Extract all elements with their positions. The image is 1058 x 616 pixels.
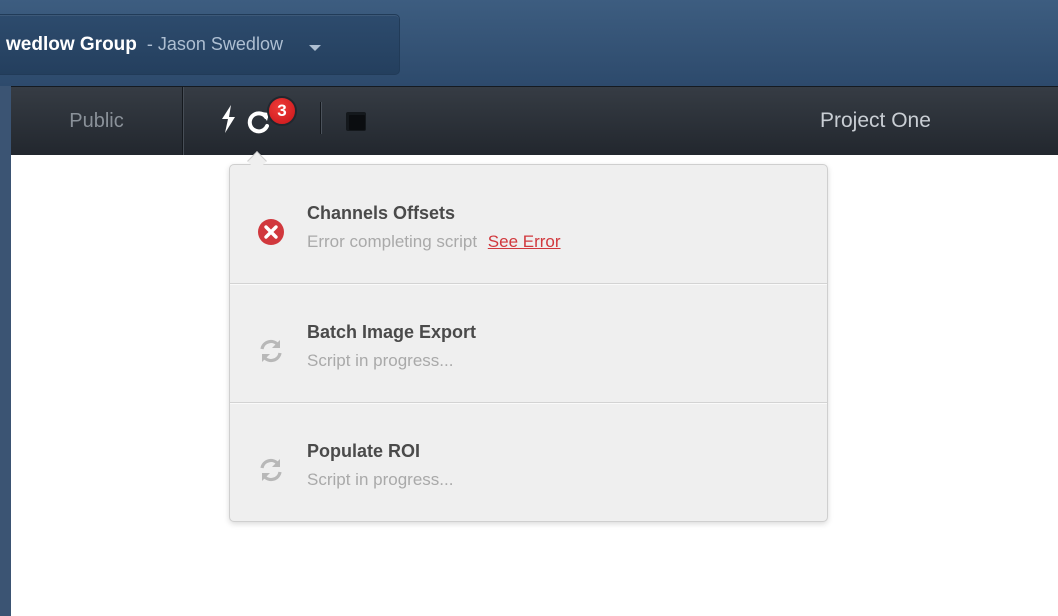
activity-title: Populate ROI: [307, 441, 421, 461]
nav-bar: Public 3 Project One: [11, 86, 1058, 155]
script-icon[interactable]: [218, 104, 238, 134]
activity-title: Batch Image Export: [307, 322, 477, 342]
activities-popover: Channels Offsets Error completing script…: [229, 164, 828, 522]
user-name: - Jason Swedlow: [146, 34, 283, 54]
top-bar: wedlow Group - Jason Swedlow: [0, 0, 1058, 86]
sync-icon: [260, 458, 282, 482]
activity-item[interactable]: Populate ROI Script in progress...: [230, 403, 827, 521]
activity-status: Script in progress...: [307, 470, 454, 489]
chevron-down-icon: [308, 45, 321, 51]
group-name: wedlow Group: [6, 33, 137, 55]
folder-icon[interactable]: [344, 109, 368, 133]
activity-count-badge: 3: [267, 96, 297, 126]
tab-public[interactable]: Public: [11, 87, 183, 155]
activity-item[interactable]: Channels Offsets Error completing script…: [230, 165, 827, 284]
group-selector[interactable]: wedlow Group - Jason Swedlow: [0, 14, 400, 75]
error-icon: [258, 219, 284, 245]
activity-title: Channels Offsets: [307, 203, 456, 223]
see-error-link[interactable]: See Error: [488, 232, 561, 251]
activity-item[interactable]: Batch Image Export Script in progress...: [230, 284, 827, 403]
activity-status: Error completing script See Error: [307, 232, 561, 252]
activity-status: Script in progress...: [307, 351, 454, 370]
project-title[interactable]: Project One: [820, 87, 931, 155]
nav-divider: [320, 102, 322, 134]
activity-status-text: Error completing script: [307, 232, 478, 251]
sync-icon: [260, 339, 282, 363]
